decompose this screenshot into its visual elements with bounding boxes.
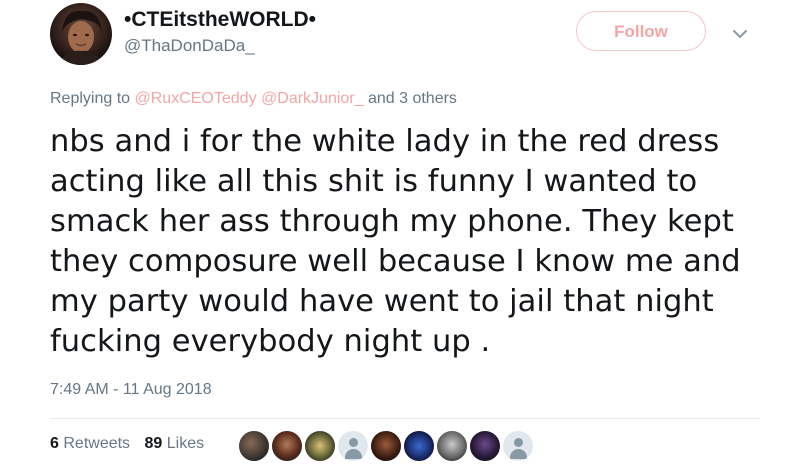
default-profile-icon[interactable] (337, 430, 369, 462)
liker-avatars (238, 430, 535, 462)
likes-stat[interactable]: 89 Likes (145, 435, 205, 452)
retweets-count: 6 (50, 435, 59, 452)
replying-to-others[interactable]: and 3 others (368, 90, 457, 107)
replying-to-line: Replying to @RuxCEOTeddy @DarkJunior_ an… (50, 90, 457, 108)
liker-avatar[interactable] (238, 430, 270, 462)
liker-avatar[interactable] (304, 430, 336, 462)
tweet-timestamp[interactable]: 7:49 AM - 11 Aug 2018 (50, 381, 212, 399)
mention-link-1[interactable]: @RuxCEOTeddy (135, 90, 257, 107)
likes-label: Likes (166, 435, 205, 452)
tweet-card: •CTEitstheWORLD• @ThaDonDaDa_ Follow Rep… (0, 0, 800, 468)
liker-avatar[interactable] (436, 430, 468, 462)
default-profile-icon[interactable] (502, 430, 534, 462)
author-avatar[interactable] (50, 3, 112, 65)
author-display-name[interactable]: •CTEitstheWORLD• (124, 8, 316, 32)
liker-avatar[interactable] (370, 430, 402, 462)
retweets-stat[interactable]: 6 Retweets (50, 435, 130, 452)
author-handle[interactable]: @ThaDonDaDa_ (124, 36, 255, 56)
follow-button[interactable]: Follow (576, 11, 706, 51)
tweet-text: nbs and i for the white lady in the red … (50, 124, 741, 359)
retweets-label: Retweets (63, 435, 131, 452)
liker-avatar[interactable] (469, 430, 501, 462)
chevron-down-icon[interactable] (728, 22, 752, 46)
divider (50, 418, 760, 419)
liker-avatar[interactable] (271, 430, 303, 462)
likes-count: 89 (144, 435, 163, 452)
tweet-stats: 6 Retweets 89 Likes (50, 435, 214, 453)
mention-link-2[interactable]: @DarkJunior_ (261, 90, 364, 107)
liker-avatar[interactable] (403, 430, 435, 462)
replying-to-label: Replying to (50, 90, 131, 107)
